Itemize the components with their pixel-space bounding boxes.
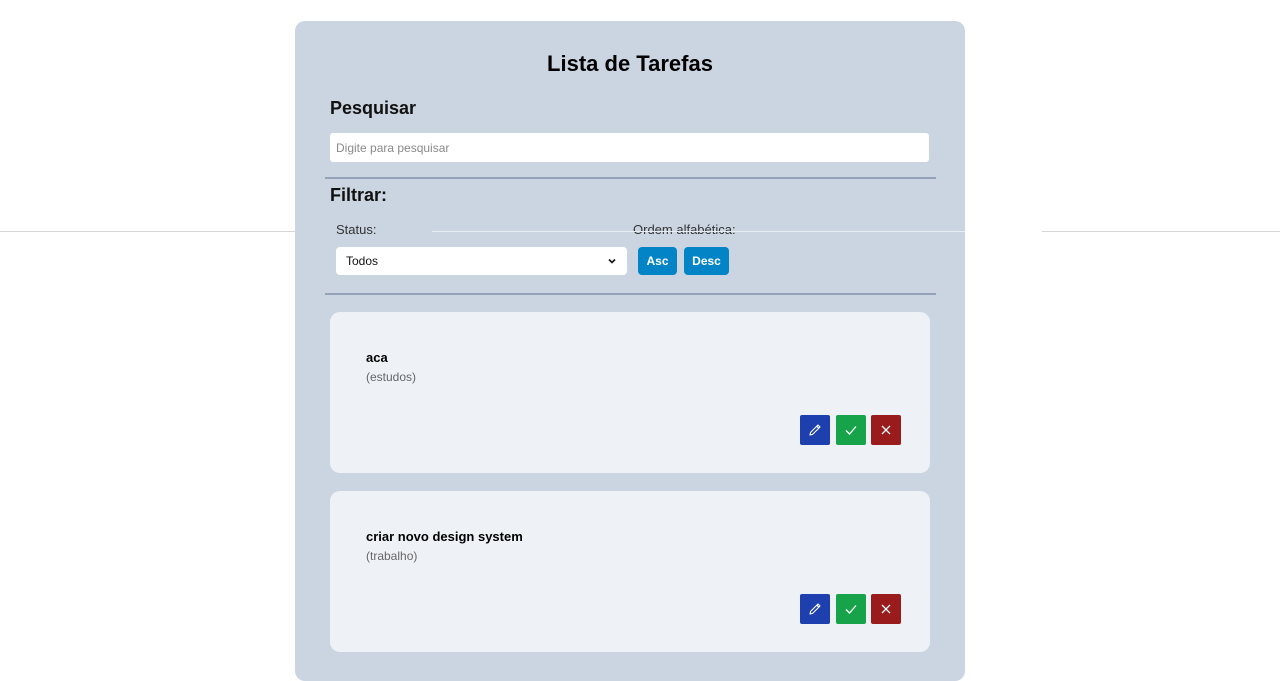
- close-icon: [881, 604, 891, 614]
- overlay-divider: [432, 231, 965, 232]
- todo-category: (estudos): [366, 370, 417, 384]
- close-icon: [881, 425, 891, 435]
- pencil-icon: [809, 603, 821, 615]
- todo-title: criar novo design system: [366, 529, 523, 544]
- status-select-value: Todos: [346, 254, 379, 268]
- check-icon: [845, 426, 857, 435]
- filter-heading: Filtrar:: [330, 185, 388, 205]
- status-select[interactable]: Todos: [336, 247, 627, 275]
- todo-item: criar novo design system (trabalho): [330, 491, 930, 652]
- edit-button[interactable]: [800, 415, 830, 445]
- sort-desc-button[interactable]: Desc: [684, 247, 729, 275]
- sort-asc-button[interactable]: Asc: [638, 247, 677, 275]
- complete-button[interactable]: [836, 594, 866, 624]
- remove-button[interactable]: [871, 415, 901, 445]
- status-label: Status:: [336, 222, 377, 237]
- search-divider: [325, 177, 936, 179]
- todo-item: aca (estudos): [330, 312, 930, 473]
- todo-title: aca: [366, 350, 388, 365]
- todo-app-panel: Lista de Tarefas Pesquisar Filtrar: Stat…: [295, 21, 965, 681]
- complete-button[interactable]: [836, 415, 866, 445]
- search-input[interactable]: [330, 133, 929, 162]
- todo-category: (trabalho): [366, 549, 418, 563]
- search-heading: Pesquisar: [330, 98, 417, 118]
- filter-divider: [325, 293, 936, 295]
- pencil-icon: [809, 424, 821, 436]
- edit-button[interactable]: [800, 594, 830, 624]
- check-icon: [845, 605, 857, 614]
- remove-button[interactable]: [871, 594, 901, 624]
- background-divider-right: [1042, 231, 1280, 232]
- page-title: Lista de Tarefas: [547, 51, 713, 76]
- chevron-down-icon: [608, 258, 616, 264]
- background-divider-left: [0, 231, 295, 232]
- order-label: Ordem alfabética:: [633, 222, 736, 237]
